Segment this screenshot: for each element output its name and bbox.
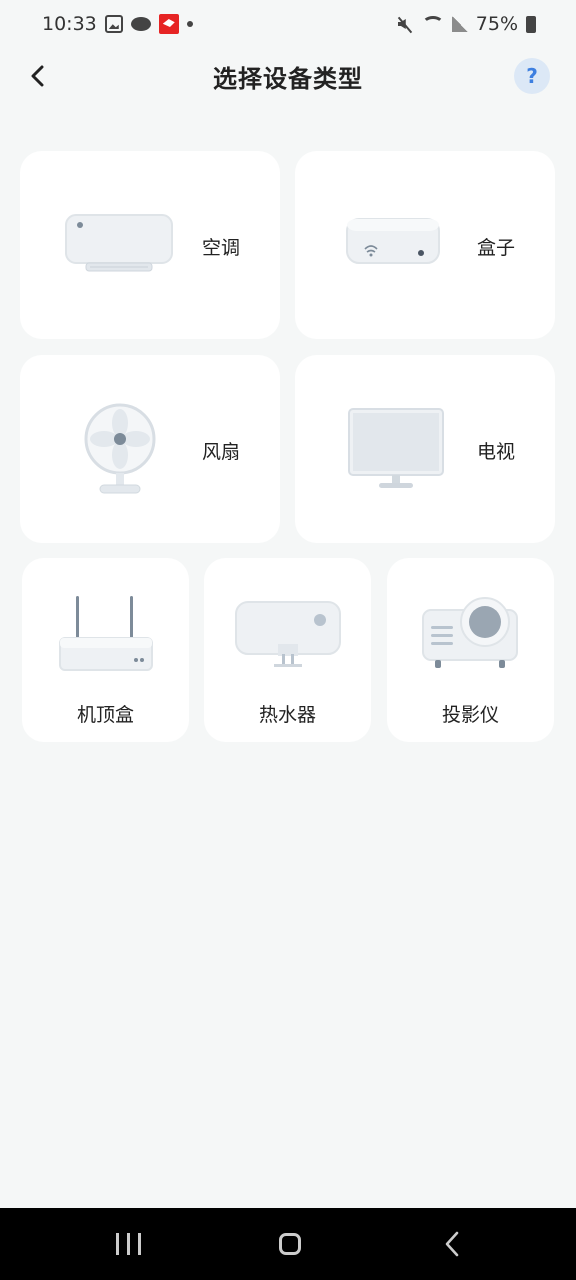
photo-icon — [104, 15, 123, 33]
battery-percent: 75% — [475, 13, 518, 35]
chevron-left-icon — [31, 65, 44, 87]
device-card-air-conditioner[interactable]: 空调 — [20, 151, 280, 339]
page-title: 选择设备类型 — [213, 64, 363, 93]
battery-icon — [526, 15, 536, 33]
header: 选择设备类型 ? — [0, 48, 576, 104]
status-left: 10:33 — [42, 13, 193, 35]
mute-icon — [396, 15, 414, 33]
device-card-tv[interactable]: 电视 — [295, 355, 555, 543]
recent-apps-icon — [115, 1233, 119, 1255]
air-conditioner-icon — [65, 214, 173, 272]
status-right: 75% — [396, 13, 536, 35]
device-card-projector[interactable]: 投影仪 — [387, 558, 554, 742]
water-heater-icon — [235, 601, 341, 667]
back-arrow-icon — [445, 1231, 459, 1257]
projector-icon — [422, 597, 518, 668]
device-card-box[interactable]: 盒子 — [295, 151, 555, 339]
system-back-button[interactable] — [432, 1230, 472, 1258]
device-label: 电视 — [477, 441, 516, 463]
back-button[interactable] — [22, 60, 54, 92]
device-label: 机顶盒 — [76, 704, 134, 726]
tv-icon — [348, 408, 444, 488]
device-card-fan[interactable]: 风扇 — [20, 355, 280, 543]
home-icon — [279, 1233, 301, 1255]
wifi-icon — [421, 16, 444, 32]
set-top-box-icon — [59, 596, 153, 671]
recent-apps-icon-bar — [126, 1233, 130, 1255]
device-card-set-top-box[interactable]: 机顶盒 — [22, 558, 189, 742]
device-label: 空调 — [202, 237, 241, 259]
app-icon — [158, 14, 179, 34]
signal-icon — [451, 16, 468, 32]
device-label: 投影仪 — [441, 704, 499, 726]
recent-apps-button[interactable] — [108, 1230, 148, 1258]
system-nav-bar — [0, 1208, 576, 1280]
status-time: 10:33 — [42, 13, 97, 35]
help-button[interactable]: ? — [514, 58, 550, 94]
device-label: 盒子 — [477, 237, 516, 259]
device-label: 热水器 — [258, 704, 316, 726]
status-bar: 10:33 75% — [0, 0, 576, 48]
device-card-water-heater[interactable]: 热水器 — [204, 558, 371, 742]
fan-icon — [84, 403, 156, 494]
device-label: 风扇 — [202, 441, 241, 463]
dot-icon — [186, 21, 193, 27]
cloud-icon — [130, 17, 151, 31]
box-icon — [346, 218, 440, 264]
home-button[interactable] — [270, 1230, 310, 1258]
recent-apps-icon-bar — [137, 1233, 141, 1255]
